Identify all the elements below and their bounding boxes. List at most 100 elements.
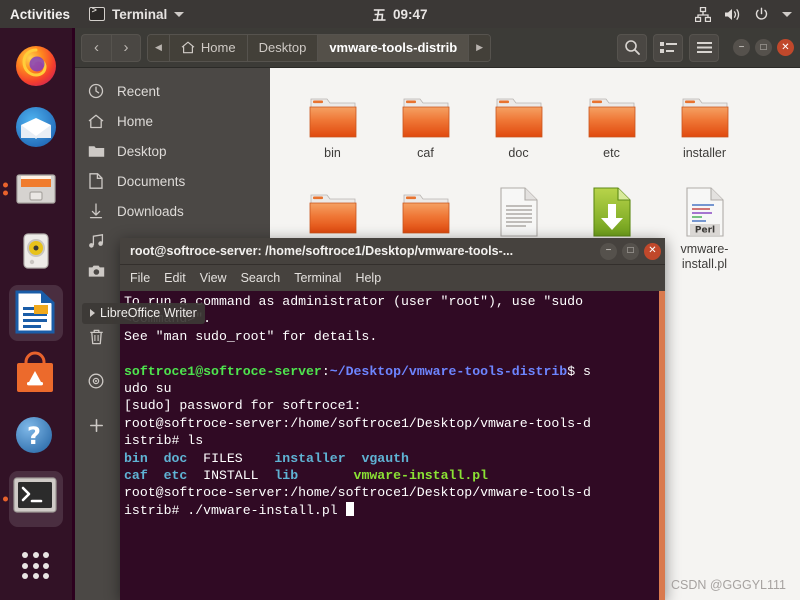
terminal-text: ~/Desktop/vmware-tools-distrib <box>329 363 568 379</box>
terminal-titlebar[interactable]: root@softroce-server: /home/softroce1/De… <box>120 238 665 265</box>
ubuntu-software-icon <box>12 351 60 399</box>
thunderbird-icon <box>12 103 60 151</box>
terminal-icon <box>12 475 60 523</box>
file-label: vmware-install.pl <box>680 242 729 271</box>
menu-item-view[interactable]: View <box>200 271 227 285</box>
rhythmbox-icon <box>12 227 60 275</box>
minimize-button[interactable]: − <box>733 39 750 56</box>
sidebar-item-recent[interactable]: Recent <box>75 76 270 106</box>
libreoffice-writer-icon <box>12 289 60 337</box>
document-icon <box>87 173 105 189</box>
hamburger-menu-icon[interactable] <box>689 33 719 62</box>
folder-icon <box>305 178 361 238</box>
clock-day: 五 <box>372 8 386 23</box>
status-area[interactable] <box>695 6 792 22</box>
power-icon[interactable] <box>754 7 769 22</box>
file-item-doc[interactable]: doc <box>472 82 565 160</box>
terminal-text: FILES <box>203 450 243 466</box>
back-button[interactable]: ‹ <box>81 33 111 62</box>
minimize-button[interactable]: − <box>600 242 617 260</box>
dock-item-files[interactable] <box>0 158 72 220</box>
sidebar-item-label: Home <box>117 113 154 129</box>
sidebar-item-desktop[interactable]: Desktop <box>75 136 270 166</box>
folder-icon <box>491 82 547 142</box>
help-icon: ? <box>12 413 60 461</box>
terminal-text: istrib# ls <box>124 433 204 449</box>
terminal-line: root@softroce-server:/home/softroce1/Des… <box>124 484 665 501</box>
search-icon[interactable] <box>617 33 647 62</box>
tooltip-arrow-icon <box>90 309 95 317</box>
maximize-button[interactable]: □ <box>622 242 639 260</box>
perl-file-icon: Perl <box>682 178 728 238</box>
file-item-installer[interactable]: installer <box>658 82 751 160</box>
activities-button[interactable]: Activities <box>0 7 81 22</box>
dock-item-help[interactable]: ? <box>0 406 72 468</box>
terminal-lines: To run a command as administrator (user … <box>124 293 665 519</box>
terminal-output[interactable]: To run a command as administrator (user … <box>120 291 665 600</box>
terminal-text: INSTALL <box>203 468 259 484</box>
dock-item-ubuntu-software[interactable] <box>0 344 72 406</box>
terminal-text: doc <box>163 450 188 466</box>
file-item-caf[interactable]: caf <box>379 82 472 160</box>
terminal-cursor <box>345 501 354 516</box>
dock-item-rhythmbox[interactable] <box>0 220 72 282</box>
file-item-vmware-install-pl[interactable]: Perl vmware-install.pl <box>658 178 751 271</box>
nav-buttons: ‹ › <box>81 33 141 62</box>
dock-item-terminal[interactable] <box>0 468 72 530</box>
download-icon <box>87 203 105 219</box>
file-item-bin[interactable]: bin <box>286 82 379 160</box>
sidebar-item-home[interactable]: Home <box>75 106 270 136</box>
breadcrumb-item-current[interactable]: vmware-tools-distrib <box>318 34 470 61</box>
terminal-scrollbar[interactable] <box>659 291 665 600</box>
dock-item-thunderbird[interactable] <box>0 96 72 158</box>
maximize-button[interactable]: □ <box>755 39 772 56</box>
menu-item-search[interactable]: Search <box>241 271 281 285</box>
menu-item-terminal[interactable]: Terminal <box>294 271 341 285</box>
forward-button[interactable]: › <box>111 33 141 62</box>
terminal-line: bin doc FILES installer vgauth <box>124 450 665 467</box>
sidebar-item-label: Documents <box>117 173 186 189</box>
terminal-line: istrib# ./vmware-install.pl <box>124 501 665 519</box>
terminal-line: root@softroce-server:/home/softroce1/Des… <box>124 415 665 432</box>
terminal-text: See "man sudo_root" for details. <box>124 328 378 344</box>
chevron-down-icon[interactable] <box>782 11 792 17</box>
close-button[interactable]: ✕ <box>644 242 661 260</box>
terminal-text: etc <box>163 468 188 484</box>
home-icon <box>181 41 195 54</box>
view-list-icon[interactable] <box>653 33 683 62</box>
close-button[interactable]: ✕ <box>777 39 794 56</box>
menu-item-file[interactable]: File <box>130 271 150 285</box>
svg-text:Perl: Perl <box>694 226 714 236</box>
menu-item-help[interactable]: Help <box>355 271 381 285</box>
show-applications-button[interactable] <box>0 538 72 594</box>
network-icon[interactable] <box>695 6 711 22</box>
terminal-text: : <box>321 363 330 379</box>
breadcrumb-scroll-right[interactable]: ▶ <box>469 34 491 61</box>
file-item-etc[interactable]: etc <box>565 82 658 160</box>
breadcrumb-item-desktop[interactable]: Desktop <box>247 34 319 61</box>
terminal-line: istrib# ls <box>124 432 665 449</box>
chevron-down-icon <box>174 11 185 17</box>
app-menu-terminal[interactable]: Terminal <box>81 6 192 22</box>
breadcrumb-scroll-left[interactable]: ◀ <box>148 34 170 61</box>
dock-item-libreoffice-writer[interactable] <box>0 282 72 344</box>
terminal-line: udo su <box>124 380 665 397</box>
sidebar-item-downloads[interactable]: Downloads <box>75 196 270 226</box>
dock-item-firefox[interactable] <box>0 34 72 96</box>
terminal-window-controls: − □ ✕ <box>600 242 661 260</box>
tooltip-label: LibreOffice Writer <box>100 306 197 320</box>
sidebar-item-documents[interactable]: Documents <box>75 166 270 196</box>
app-grid-icon <box>22 552 50 580</box>
clock[interactable]: 五 09:47 <box>372 4 427 24</box>
terminal-line: caf etc INSTALL lib vmware-install.pl <box>124 467 665 484</box>
terminal-text: udo su <box>124 381 172 397</box>
terminal-text: root@softroce-server:/home/softroce1/Des… <box>124 415 591 431</box>
breadcrumb-item-home[interactable]: Home <box>169 34 248 61</box>
file-label: bin <box>324 146 341 160</box>
music-icon <box>87 233 105 249</box>
folder-icon <box>87 144 105 158</box>
volume-icon[interactable] <box>724 7 741 22</box>
menu-item-edit[interactable]: Edit <box>164 271 186 285</box>
